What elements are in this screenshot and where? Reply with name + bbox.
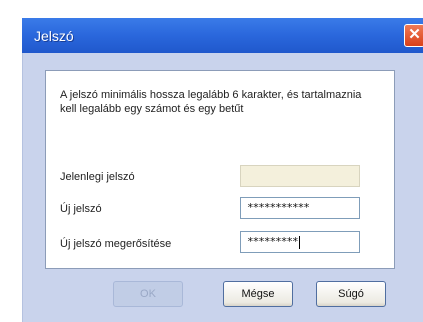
text-cursor xyxy=(298,235,300,249)
title-bar xyxy=(22,18,423,53)
confirm-password-field[interactable]: ********* xyxy=(240,231,360,253)
cancel-button[interactable]: Mégse xyxy=(223,281,293,307)
password-requirements-message: A jelszó minimális hossza legalább 6 kar… xyxy=(60,89,362,115)
new-password-label: Új jelszó xyxy=(60,203,102,215)
current-password-field[interactable] xyxy=(240,165,360,187)
ok-button[interactable]: OK xyxy=(113,281,183,307)
new-password-value: *********** xyxy=(247,201,310,214)
new-password-field[interactable]: *********** xyxy=(240,197,360,219)
current-password-label: Jelenlegi jelszó xyxy=(60,171,135,183)
confirm-password-label: Új jelszó megerősítése xyxy=(60,238,172,250)
window-title: Jelszó xyxy=(34,28,74,44)
confirm-password-value: ********* xyxy=(247,235,299,248)
help-button[interactable]: Súgó xyxy=(316,281,386,307)
close-icon: ✕ xyxy=(408,26,421,43)
close-button[interactable]: ✕ xyxy=(404,24,423,47)
